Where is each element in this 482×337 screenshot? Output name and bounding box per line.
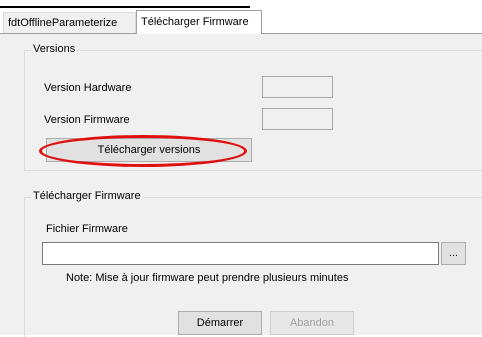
firmware-version-field [262,108,333,130]
start-button[interactable]: Démarrer [178,311,262,335]
update-note: Note: Mise à jour firmware peut prendre … [66,272,349,284]
firmware-file-label: Fichier Firmware [46,223,128,235]
hardware-version-field [262,76,333,98]
tab-label: fdtOfflineParameterize [8,17,118,29]
firmware-version-label: Version Firmware [44,114,130,126]
download-versions-button[interactable]: Télécharger versions [46,138,252,162]
abort-button[interactable]: Abandon [270,311,354,335]
tab-bar: fdtOfflineParameterize Télécharger Firmw… [0,0,482,34]
tab-panel: Versions Version Hardware Version Firmwa… [0,33,482,337]
tab-label: Télécharger Firmware [141,16,249,28]
tab-telecharger-firmware[interactable]: Télécharger Firmware [136,10,262,34]
tab-fdt-offline-parameterize[interactable]: fdtOfflineParameterize [3,12,136,33]
browse-button[interactable]: ... [441,242,466,265]
versions-group-title: Versions [31,43,78,55]
tab-top-border [0,6,250,8]
firmware-download-group-title: Télécharger Firmware [31,190,143,202]
hardware-version-label: Version Hardware [44,82,132,94]
firmware-file-input[interactable] [42,242,439,265]
